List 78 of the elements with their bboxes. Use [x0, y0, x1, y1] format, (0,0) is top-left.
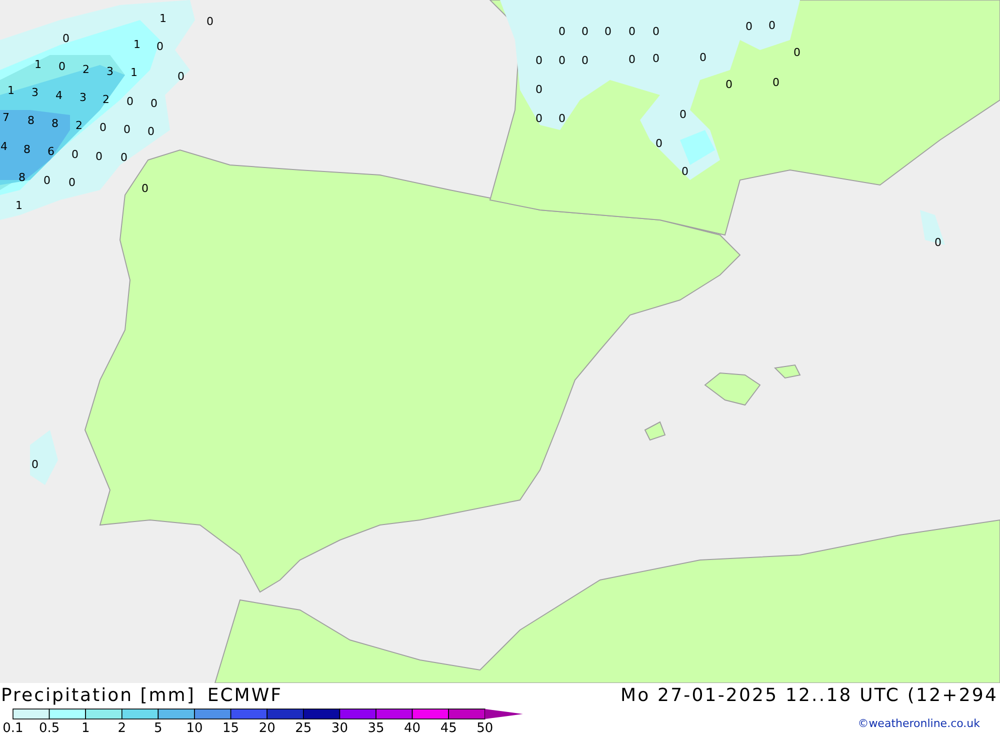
- forecast-time: Mo 27-01-2025 12..18 UTC (12+294: [620, 684, 998, 706]
- model-name: ECMWF: [207, 684, 282, 706]
- scale-label: 45: [440, 721, 457, 733]
- precipitation-value: 0: [32, 458, 38, 471]
- scale-label: 15: [222, 721, 240, 733]
- precipitation-value: 1: [34, 58, 42, 71]
- precipitation-value: 0: [148, 125, 154, 138]
- precipitation-value: 0: [682, 165, 688, 178]
- precipitation-value: 0: [536, 112, 542, 125]
- precipitation-value: 3: [32, 86, 38, 99]
- precipitation-value: 0: [536, 54, 542, 67]
- scale-label: 0.1: [2, 721, 24, 733]
- scale-label: 1: [81, 721, 90, 733]
- precipitation-value: 0: [206, 15, 214, 28]
- credit-link[interactable]: ©weatheronline.co.uk: [858, 717, 980, 733]
- precipitation-value: 0: [558, 112, 566, 125]
- scale-label: 50: [476, 721, 494, 733]
- precipitation-value: 7: [2, 111, 10, 124]
- precipitation-value: 8: [18, 171, 26, 184]
- precipitation-value: 0: [680, 108, 686, 121]
- precipitation-value: 1: [16, 199, 22, 212]
- precipitation-value: 0: [178, 70, 184, 83]
- precipitation-value: 1: [130, 66, 138, 79]
- precipitation-value: 0: [652, 25, 660, 38]
- scale-label: 0.5: [38, 721, 60, 733]
- precipitation-value: 2: [76, 119, 82, 132]
- precipitation-value: 0: [604, 25, 612, 38]
- precipitation-value: 0: [558, 25, 566, 38]
- scale-label: 30: [331, 721, 348, 733]
- precipitation-value: 8: [52, 117, 58, 130]
- precipitation-value: 0: [72, 148, 78, 161]
- precipitation-value: 1: [134, 38, 140, 51]
- scale-label: 25: [295, 721, 312, 733]
- precipitation-value: 0: [100, 121, 106, 134]
- scale-label: 40: [404, 721, 421, 733]
- precipitation-value: 0: [582, 54, 588, 67]
- precipitation-value: 0: [726, 78, 732, 91]
- precipitation-value: 8: [24, 143, 30, 156]
- precipitation-value: 0: [124, 123, 130, 136]
- precipitation-value: 0: [150, 97, 158, 110]
- precipitation-value: 0: [536, 83, 542, 96]
- scale-label: 10: [186, 721, 203, 733]
- precipitation-value: 0: [656, 137, 662, 150]
- precipitation-value: 0: [582, 25, 588, 38]
- precipitation-value: 8: [28, 114, 34, 127]
- precipitation-value: 3: [80, 91, 86, 104]
- precipitation-value: 3: [106, 65, 114, 78]
- precipitation-value: 2: [82, 63, 90, 76]
- precipitation-value: 0: [120, 151, 128, 164]
- precipitation-value: 0: [156, 40, 164, 53]
- precipitation-value: 2: [102, 93, 110, 106]
- precipitation-value: 0: [62, 32, 70, 45]
- precipitation-value: 4: [56, 89, 62, 102]
- precipitation-value: 0: [746, 20, 752, 33]
- precipitation-value: 4: [0, 140, 8, 153]
- precipitation-value: 0: [700, 51, 706, 64]
- map-title: Precipitation [mm]: [1, 684, 196, 706]
- precipitation-value: 0: [628, 53, 636, 66]
- scale-label: 5: [154, 721, 162, 733]
- scale-label: 20: [258, 721, 276, 733]
- precipitation-value: 0: [934, 236, 942, 249]
- precipitation-value: 0: [794, 46, 800, 59]
- precipitation-value: 1: [8, 84, 14, 97]
- scale-label: 35: [368, 721, 384, 733]
- precipitation-value: 0: [44, 174, 50, 187]
- precipitation-value: 0: [68, 176, 76, 189]
- precipitation-value: 0: [96, 150, 102, 163]
- precipitation-value: 0: [768, 19, 776, 32]
- precipitation-value: 0: [558, 54, 566, 67]
- precipitation-value: 0: [652, 52, 660, 65]
- scale-label: 2: [118, 721, 126, 733]
- precipitation-value: 0: [628, 25, 636, 38]
- precipitation-value: 0: [772, 76, 780, 89]
- precipitation-value: 0: [142, 182, 148, 195]
- precipitation-value: 1: [160, 12, 166, 25]
- precipitation-value: 0: [126, 95, 134, 108]
- precipitation-value: 6: [48, 145, 54, 158]
- precipitation-value: 0: [58, 60, 66, 73]
